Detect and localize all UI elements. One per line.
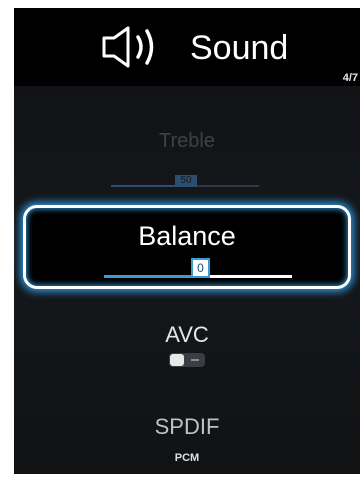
- avc-toggle-off-mark: [191, 359, 199, 361]
- treble-value: 50: [175, 175, 197, 187]
- avc-toggle[interactable]: [169, 353, 205, 367]
- balance-slider-fill: [104, 275, 198, 278]
- balance-slider[interactable]: 0: [104, 252, 292, 280]
- speaker-icon: [102, 26, 154, 68]
- spdif-value: PCM: [174, 452, 200, 464]
- balance-value[interactable]: 0: [191, 258, 210, 278]
- avc-label: AVC: [165, 322, 209, 347]
- menu-item-balance[interactable]: Balance 0: [23, 205, 351, 289]
- treble-label: Treble: [159, 130, 215, 152]
- tv-screen: Sound 4/7 Treble 50 Balance 0 AVC SPDIF …: [14, 8, 360, 474]
- avc-toggle-knob: [170, 354, 184, 366]
- page-indicator: 4/7: [342, 72, 358, 84]
- spdif-label: SPDIF: [154, 414, 220, 439]
- balance-label: Balance: [138, 221, 236, 251]
- menu-item-treble[interactable]: Treble: [14, 128, 360, 154]
- menu-item-avc[interactable]: AVC: [14, 322, 360, 348]
- page-title: Sound: [190, 29, 289, 67]
- treble-slider[interactable]: 50: [111, 175, 259, 193]
- treble-slider-fill: [111, 185, 185, 187]
- menu-header: Sound 4/7: [14, 8, 360, 86]
- menu-item-spdif[interactable]: SPDIF PCM: [14, 414, 360, 464]
